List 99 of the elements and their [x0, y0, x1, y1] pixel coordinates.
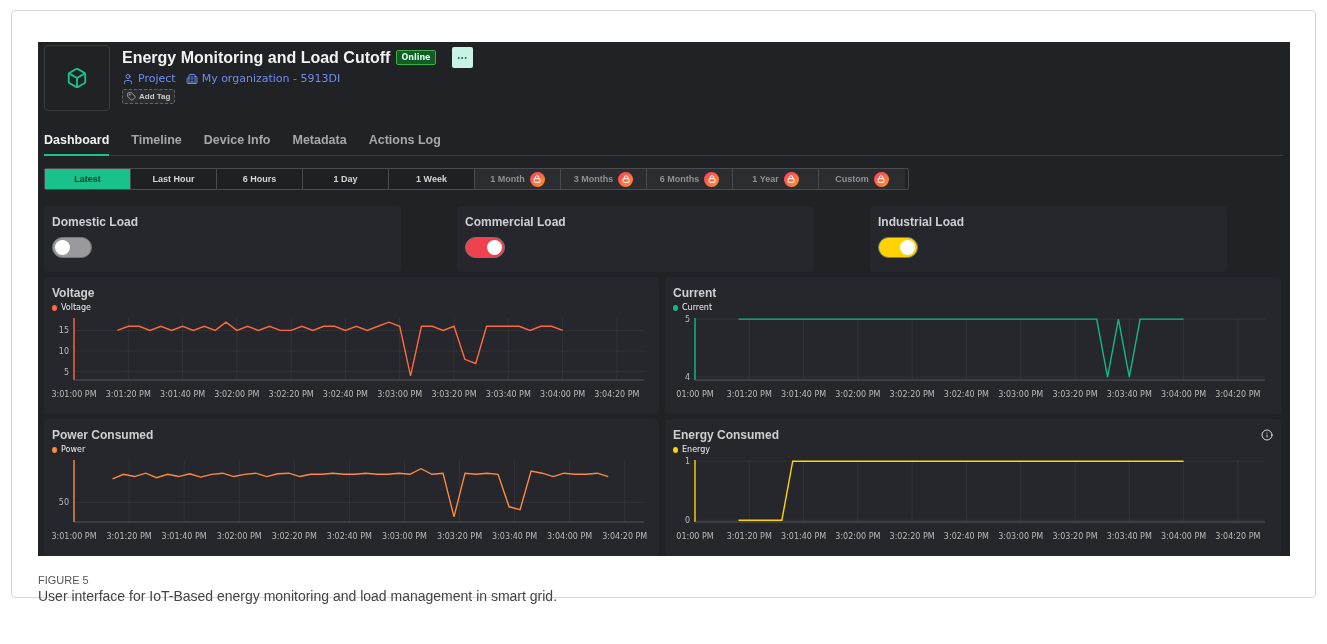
y-tick-label: 1: [684, 457, 690, 467]
x-tick-label: 3:04:20 PM: [1215, 532, 1261, 541]
x-tick-label: 3:01:00 PM: [52, 532, 97, 541]
legend-label: Energy: [682, 445, 710, 454]
project-link[interactable]: Project: [122, 72, 176, 85]
x-tick-label: 01:00 PM: [676, 532, 714, 541]
x-tick-label: 3:03:00 PM: [998, 390, 1044, 399]
chart-title: Energy Consumed: [673, 428, 780, 442]
tab[interactable]: Actions Log: [368, 129, 441, 156]
x-tick-label: 3:02:00 PM: [835, 390, 881, 399]
y-axis: [73, 459, 75, 523]
x-tick-label: 3:02:40 PM: [326, 532, 372, 541]
legend-label: Voltage: [61, 303, 91, 312]
x-tick-label: 3:01:20 PM: [106, 532, 152, 541]
legend-label: Current: [682, 303, 713, 312]
x-tick-label: 3:01:40 PM: [781, 390, 827, 399]
lock-icon: [873, 171, 889, 187]
y-tick-label: 5: [684, 315, 690, 325]
range-button[interactable]: 1 Month: [475, 169, 561, 189]
range-button[interactable]: 6 Months: [647, 169, 733, 189]
x-tick-label: 3:03:20 PM: [1052, 390, 1098, 399]
y-tick-label: 10: [58, 347, 69, 357]
organization-link[interactable]: My organization - 5913DI: [185, 72, 341, 85]
lock-icon: [704, 171, 720, 187]
x-tick-label: 3:03:00 PM: [377, 390, 423, 399]
x-tick-label: 3:02:00 PM: [835, 532, 881, 541]
lock-icon: [618, 171, 634, 187]
x-tick-label: 3:04:20 PM: [1215, 390, 1261, 399]
x-tick-label: 3:03:40 PM: [485, 390, 531, 399]
more-button[interactable]: [451, 47, 473, 68]
x-tick-label: 3:03:00 PM: [998, 532, 1044, 541]
x-tick-label: 3:01:40 PM: [160, 390, 206, 399]
load-switch[interactable]: [52, 237, 92, 258]
x-tick-label: 3:01:40 PM: [781, 532, 827, 541]
x-tick-label: 3:04:00 PM: [547, 532, 593, 541]
tab[interactable]: Dashboard: [44, 129, 110, 156]
x-tick-label: 3:04:20 PM: [594, 390, 640, 399]
status-badge: Online: [396, 50, 436, 65]
load-label: Domestic Load: [52, 215, 139, 229]
y-tick-label: 5: [63, 367, 69, 377]
tab[interactable]: Timeline: [131, 129, 182, 156]
y-axis: [73, 317, 75, 381]
x-tick-label: 3:03:20 PM: [1052, 532, 1098, 541]
x-tick-label: 3:01:20 PM: [726, 532, 772, 541]
range-button[interactable]: Custom: [819, 169, 905, 189]
x-tick-label: 3:01:00 PM: [52, 390, 97, 399]
device-title: Energy Monitoring and Load Cutoff: [122, 48, 391, 67]
load-switch[interactable]: [465, 237, 505, 258]
info-icon[interactable]: [1261, 429, 1273, 441]
load-switch[interactable]: [878, 237, 918, 258]
building-icon: [185, 72, 198, 85]
chart-title: Voltage: [52, 286, 95, 300]
cube-icon: [66, 67, 88, 89]
tab[interactable]: Device Info: [203, 129, 271, 156]
range-button[interactable]: 1 Year: [733, 169, 819, 189]
load-label: Industrial Load: [878, 215, 965, 229]
x-tick-label: 3:04:00 PM: [1161, 532, 1207, 541]
x-tick-label: 3:02:40 PM: [322, 390, 368, 399]
x-tick-label: 3:03:20 PM: [436, 532, 483, 541]
tag-icon: [127, 92, 136, 101]
range-button[interactable]: 3 Months: [561, 169, 647, 189]
load-label: Commercial Load: [465, 215, 567, 229]
lock-icon: [529, 171, 545, 187]
x-tick-label: 3:02:20 PM: [889, 532, 935, 541]
x-tick-label: 3:04:00 PM: [540, 390, 586, 399]
y-tick-label: 15: [58, 326, 69, 336]
x-tick-label: 3:02:40 PM: [943, 390, 989, 399]
tab[interactable]: Metadata: [292, 129, 347, 156]
x-tick-label: 3:04:20 PM: [602, 532, 648, 541]
x-tick-label: 3:03:40 PM: [492, 532, 538, 541]
x-tick-label: 3:02:20 PM: [889, 390, 935, 399]
x-tick-label: 3:01:20 PM: [726, 390, 772, 399]
x-tick-label: 3:01:20 PM: [105, 390, 151, 399]
y-axis: [694, 317, 696, 381]
x-tick-label: 3:01:40 PM: [161, 532, 207, 541]
y-tick-label: 50: [58, 498, 69, 508]
chart-title: Current: [673, 286, 717, 300]
chart-title: Power Consumed: [52, 428, 154, 442]
y-tick-label: 0: [684, 516, 690, 526]
range-button[interactable]: Latest: [45, 169, 131, 189]
x-tick-label: 3:02:00 PM: [216, 532, 262, 541]
y-tick-label: 4: [684, 373, 690, 383]
x-tick-label: 3:02:40 PM: [943, 532, 989, 541]
legend-label: Power: [61, 445, 86, 454]
x-tick-label: 3:03:20 PM: [431, 390, 477, 399]
x-tick-label: 3:02:00 PM: [214, 390, 260, 399]
x-tick-label: 3:03:40 PM: [1106, 532, 1152, 541]
y-axis: [694, 459, 696, 523]
add-tag-button[interactable]: Add Tag: [122, 89, 176, 104]
x-tick-label: 3:03:00 PM: [381, 532, 427, 541]
x-tick-label: 3:03:40 PM: [1106, 390, 1152, 399]
x-tick-label: 3:04:00 PM: [1161, 390, 1207, 399]
x-tick-label: 3:02:20 PM: [268, 390, 314, 399]
x-tick-label: 01:00 PM: [676, 390, 714, 399]
figure-caption: User interface for IoT-Based energy monitoring and load management in smart grid.: [38, 588, 559, 604]
lock-icon: [783, 171, 799, 187]
user-icon: [122, 72, 134, 85]
figure-label: FIGURE 5: [38, 574, 90, 586]
x-tick-label: 3:02:20 PM: [271, 532, 317, 541]
